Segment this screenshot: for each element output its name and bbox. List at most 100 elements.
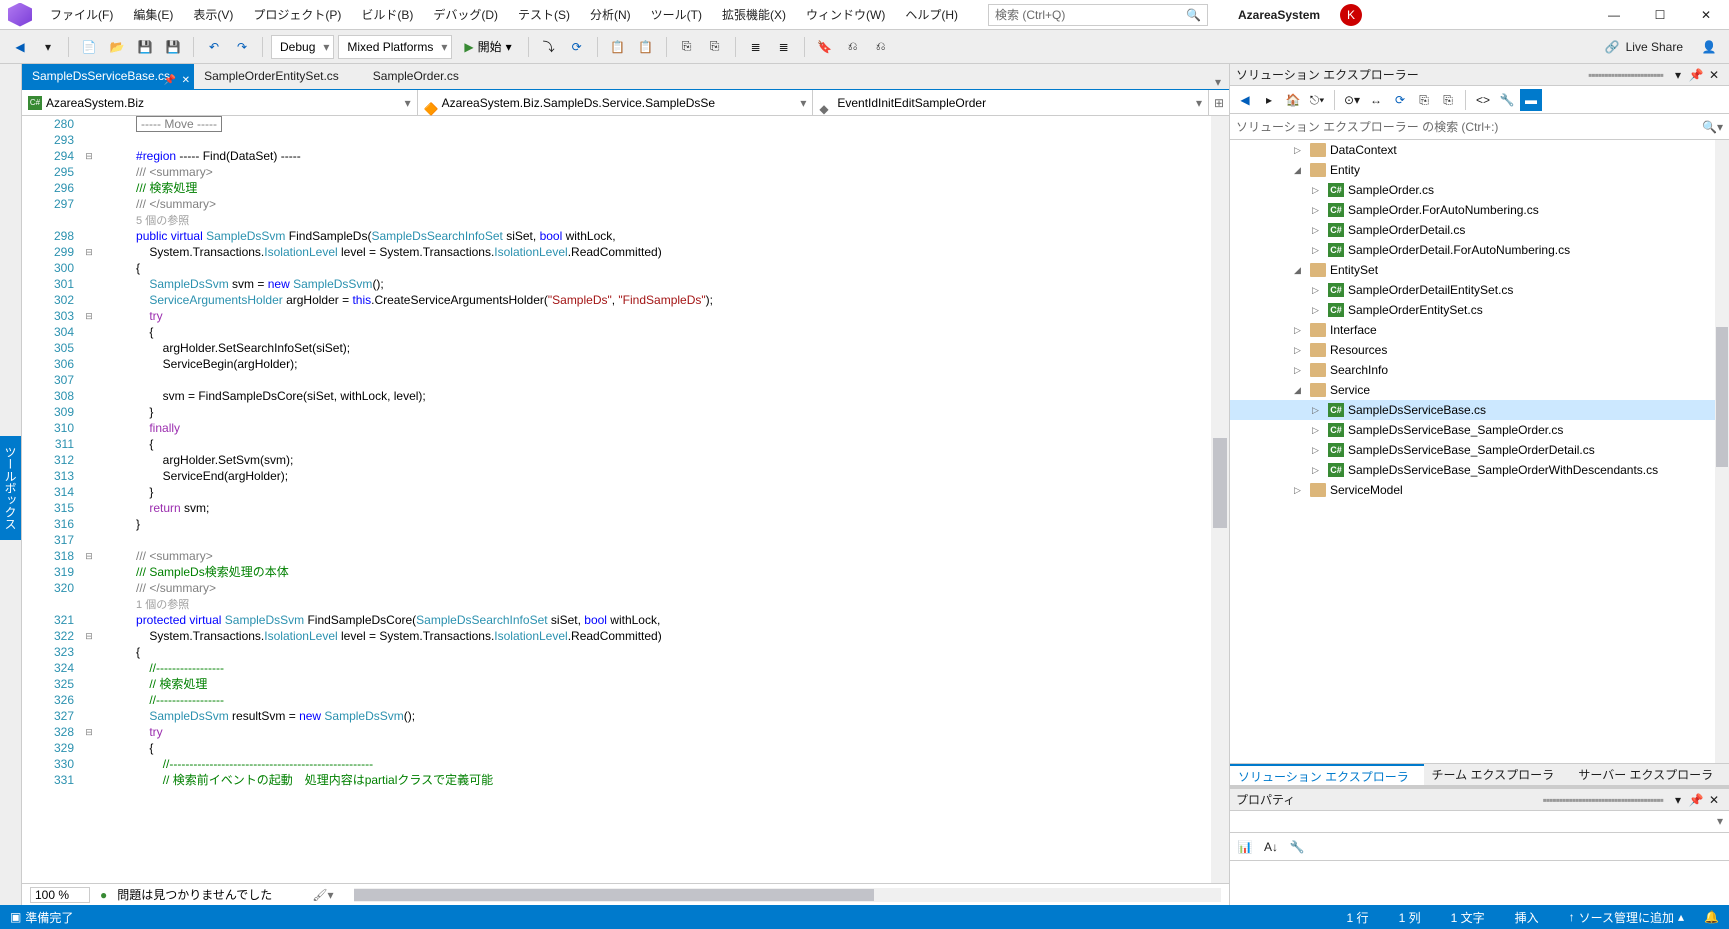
tree-item[interactable]: ▷C#SampleDsServiceBase_SampleOrder.cs [1230, 420, 1729, 440]
feedback-button[interactable]: 👤 [1697, 35, 1721, 59]
undo-button[interactable]: ↶ [202, 35, 226, 59]
code-content[interactable]: ----- Move ----- #region ----- Find(Data… [96, 116, 1211, 883]
prop-wrench-button[interactable]: 🔧 [1286, 836, 1308, 858]
tree-item[interactable]: ◢EntitySet [1230, 260, 1729, 280]
live-share-button[interactable]: 🔗 Live Share [1595, 40, 1693, 54]
tree-item[interactable]: ▷Interface [1230, 320, 1729, 340]
save-all-button[interactable]: 💾 [161, 35, 185, 59]
se-home-button[interactable]: 🏠 [1282, 89, 1304, 111]
panel-tab[interactable]: チーム エクスプローラー [1424, 764, 1571, 785]
tree-item[interactable]: ▷Resources [1230, 340, 1729, 360]
tree-item[interactable]: ▷C#SampleDsServiceBase_SampleOrderWithDe… [1230, 460, 1729, 480]
forward-button[interactable]: ▾ [36, 35, 60, 59]
se-btn-5[interactable]: <> [1472, 89, 1494, 111]
panel-close-button[interactable]: ✕ [1705, 793, 1723, 807]
properties-grid[interactable] [1230, 861, 1729, 905]
close-button[interactable]: ✕ [1683, 0, 1729, 30]
se-fwd-button[interactable]: ▸ [1258, 89, 1280, 111]
solution-tree[interactable]: ▷DataContext◢Entity▷C#SampleOrder.cs▷C#S… [1230, 140, 1729, 763]
tree-item[interactable]: ▷C#SampleOrderDetail.ForAutoNumbering.cs [1230, 240, 1729, 260]
tb-icon-7[interactable]: ⎌ [841, 35, 865, 59]
redo-button[interactable]: ↷ [230, 35, 254, 59]
tree-item[interactable]: ▷C#SampleOrderDetail.cs [1230, 220, 1729, 240]
fold-column[interactable]: ⊟⊟⊟⊟⊟⊟ [82, 116, 96, 883]
se-back-button[interactable]: ◀ [1234, 89, 1256, 111]
menu-item[interactable]: テスト(S) [508, 0, 580, 30]
menu-item[interactable]: プロジェクト(P) [243, 0, 351, 30]
zoom-combo[interactable]: 100 % [30, 887, 90, 903]
tree-item[interactable]: ▷ServiceModel [1230, 480, 1729, 500]
class-combo[interactable]: 🔶 AzareaSystem.Biz.SampleDs.Service.Samp… [418, 90, 814, 115]
split-button[interactable]: ⊞ [1209, 90, 1229, 115]
panel-tab[interactable]: ソリューション エクスプローラー [1230, 764, 1424, 785]
tb-icon-4[interactable]: ⎘ [703, 35, 727, 59]
tb-icon-8[interactable]: ⎌ [869, 35, 893, 59]
new-project-button[interactable]: 📄 [77, 35, 101, 59]
menu-item[interactable]: 表示(V) [183, 0, 243, 30]
panel-tab[interactable]: サーバー エクスプローラー [1570, 764, 1729, 785]
tree-item[interactable]: ▷C#SampleOrderDetailEntitySet.cs [1230, 280, 1729, 300]
tree-item[interactable]: ◢Entity [1230, 160, 1729, 180]
panel-close-button[interactable]: ✕ [1705, 68, 1723, 82]
vertical-scrollbar[interactable] [1211, 116, 1229, 883]
namespace-combo[interactable]: C# AzareaSystem.Biz [22, 90, 418, 115]
step-button[interactable]: ⤵ [537, 35, 561, 59]
document-tab[interactable]: SampleDsServiceBase.cs📌✕ [22, 64, 194, 89]
panel-pin-button[interactable]: 📌 [1687, 68, 1705, 82]
start-debug-button[interactable]: ▶ 開始 ▾ [456, 35, 519, 59]
panel-pin-button[interactable]: 📌 [1687, 793, 1705, 807]
save-button[interactable]: 💾 [133, 35, 157, 59]
se-sync-button[interactable]: ⎋▾ [1306, 89, 1328, 111]
tree-item[interactable]: ◢Service [1230, 380, 1729, 400]
menu-item[interactable]: ヘルプ(H) [895, 0, 968, 30]
tb-bookmark[interactable]: 🔖 [813, 35, 837, 59]
se-btn-3[interactable]: ⎘ [1413, 89, 1435, 111]
menu-item[interactable]: ビルド(B) [351, 0, 423, 30]
se-refresh-button[interactable]: ⟳ [1389, 89, 1411, 111]
panel-menu-button[interactable]: ▾ [1669, 68, 1687, 82]
prop-alpha-button[interactable]: A↓ [1260, 836, 1282, 858]
tree-item[interactable]: ▷DataContext [1230, 140, 1729, 160]
brush-icon[interactable]: 🖌▾ [312, 888, 333, 902]
back-button[interactable]: ◀ [8, 35, 32, 59]
minimize-button[interactable]: — [1591, 0, 1637, 30]
open-button[interactable]: 📂 [105, 35, 129, 59]
se-btn-4[interactable]: ⎘ [1437, 89, 1459, 111]
prop-categorized-button[interactable]: 📊 [1234, 836, 1256, 858]
tab-overflow-button[interactable]: ▾ [1207, 75, 1229, 89]
tree-scrollbar[interactable] [1715, 140, 1729, 763]
code-editor[interactable]: 2802932942952962972982993003013023033043… [22, 116, 1229, 883]
menu-item[interactable]: 分析(N) [580, 0, 641, 30]
horizontal-scrollbar[interactable] [354, 888, 1221, 902]
se-btn-1[interactable]: ⊙▾ [1341, 89, 1363, 111]
tree-item[interactable]: ▷SearchInfo [1230, 360, 1729, 380]
menu-item[interactable]: ウィンドウ(W) [796, 0, 895, 30]
solution-explorer-search[interactable]: ソリューション エクスプローラー の検索 (Ctrl+:) 🔍▾ [1230, 114, 1729, 140]
menu-item[interactable]: ファイル(F) [40, 0, 123, 30]
scrollbar-thumb[interactable] [354, 889, 874, 901]
maximize-button[interactable]: ☐ [1637, 0, 1683, 30]
se-btn-2[interactable]: ↔ [1365, 89, 1387, 111]
tb-icon-3[interactable]: ⎘ [675, 35, 699, 59]
tree-item[interactable]: ▷C#SampleOrder.ForAutoNumbering.cs [1230, 200, 1729, 220]
menu-item[interactable]: 編集(E) [123, 0, 183, 30]
tree-item[interactable]: ▷C#SampleDsServiceBase.cs [1230, 400, 1729, 420]
tb-icon-6[interactable]: ≣ [772, 35, 796, 59]
se-btn-7[interactable]: ▬ [1520, 89, 1542, 111]
scrollbar-thumb[interactable] [1213, 438, 1227, 528]
document-tab[interactable]: SampleOrderEntitySet.cs [194, 64, 363, 89]
properties-object-combo[interactable] [1230, 811, 1729, 833]
user-badge[interactable]: K [1340, 4, 1362, 26]
scrollbar-thumb[interactable] [1716, 327, 1728, 467]
panel-menu-button[interactable]: ▾ [1669, 793, 1687, 807]
tb-icon-2[interactable]: 📋 [634, 35, 658, 59]
tb-icon-5[interactable]: ≣ [744, 35, 768, 59]
bell-icon[interactable]: 🔔 [1704, 910, 1719, 924]
status-scm[interactable]: ↑ ソース管理に追加 ▴ [1569, 909, 1684, 926]
tree-item[interactable]: ▷C#SampleOrderEntitySet.cs [1230, 300, 1729, 320]
menu-item[interactable]: デバッグ(D) [423, 0, 508, 30]
platform-combo[interactable]: Mixed Platforms [338, 35, 452, 59]
tb-icon-1[interactable]: 📋 [606, 35, 630, 59]
member-combo[interactable]: ◆ EventIdInitEditSampleOrder [813, 90, 1209, 115]
menu-item[interactable]: ツール(T) [641, 0, 712, 30]
